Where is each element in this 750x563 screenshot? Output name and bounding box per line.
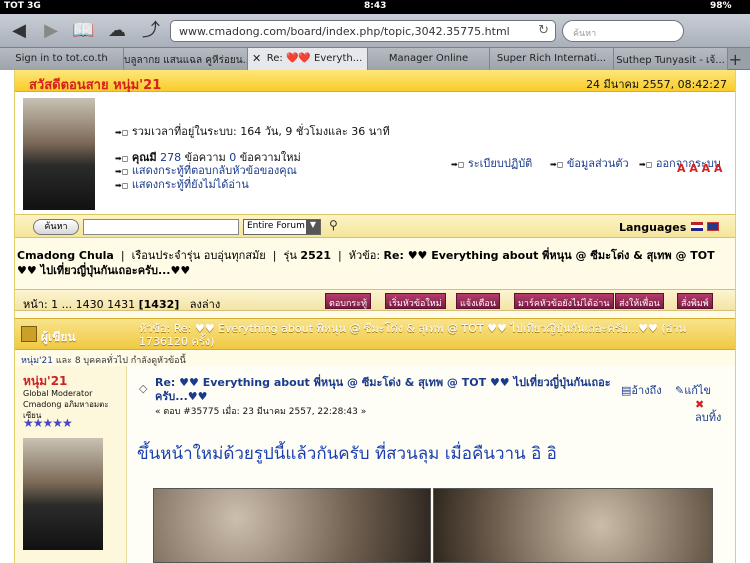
post-text: ขึ้นหน้าใหม่ด้วยรูปนี้แล้วกันครับ ที่สวน… [137,444,557,464]
forward-icon[interactable]: ▶ [40,20,62,42]
greeting: สวัสดีตอนสาย [29,78,109,93]
search-icon[interactable]: ⚲ [329,218,338,232]
print-button[interactable]: สั่งพิมพ์ [677,293,713,309]
pagination-bar: หน้า: 1 ... 1430 1431 [1432] ลงล่าง ตอบก… [15,289,735,311]
header-username: หนุ่ม'21 [113,78,162,93]
link-unread[interactable]: ➡◻ แสดงกระทู้ที่ยังไม่ได้อ่าน [115,175,249,193]
share-icon[interactable]: ⤴ [140,20,162,42]
tab-manager[interactable]: Manager Online [368,48,490,70]
link-profile[interactable]: ➡◻ ข้อมูลส่วนตัว [550,154,629,172]
crumb-site[interactable]: Cmadong Chula [17,249,114,262]
tab-tot[interactable]: Sign in to tot.co.th [0,48,124,70]
poster-info: หนุ่ม'21 Global Moderator Cmadong อภิมหาอ… [15,366,127,563]
close-tab-icon[interactable]: ✕ [252,52,261,65]
current-page: [1432] [138,298,180,311]
quote-icon: ▤ [621,384,632,397]
reload-icon[interactable]: ↻ [538,23,549,38]
avatar [23,98,95,210]
arrow-icon: ➡◻ [550,160,564,169]
arrow-icon: ➡◻ [639,160,653,169]
tab-bar: Sign in to tot.co.th บลูลากย แสนแฉล คูหี… [0,48,750,70]
quote-button[interactable]: ▤อ้างถึง [621,384,662,397]
search-button[interactable]: ค้นหา [33,219,79,235]
font-size-links[interactable]: A A A A [677,162,723,175]
header-datetime: 24 มีนาคม 2557, 08:42:27 [586,78,727,91]
send-friend-button[interactable]: ส่งให้เพื่อน [615,293,664,309]
post-image[interactable] [433,488,713,563]
arrow-icon: ➡◻ [115,128,129,137]
status-bar: TOT 3G 8:43 98% [0,0,750,14]
online-time: รวมเวลาที่อยู่ในระบบ: 164 วัน, 9 ชั่วโมง… [131,125,390,138]
topic-column-label: หัวข้อ: Re: ♥♥ Everything about พี่หนุน … [139,322,687,348]
icloud-icon[interactable]: ☁ [106,20,128,42]
bookmarks-icon[interactable]: 📖 [72,20,94,42]
tab-superrich[interactable]: Super Rich Internati... [490,48,614,70]
new-tab-icon[interactable]: + [729,50,742,69]
post-meta: « ตอบ #35775 เมื่อ: 23 มีนาคม 2557, 22:2… [155,407,367,417]
tab-suthep[interactable]: Suthep Tunyasit - เจ้... [614,48,728,70]
tab-thai[interactable]: บลูลากย แสนแฉล คูหีร่อยน... [124,48,248,70]
post-title[interactable]: Re: ♥♥ Everything about พี่หนุน @ ซีมะโด… [155,376,615,404]
url-field[interactable]: www.cmadong.com/board/index.php/topic,30… [170,20,556,42]
clock: 8:43 [364,1,387,11]
mark-unread-button[interactable]: มาร์คหัวข้อยังไม่ได้อ่าน [514,293,614,309]
reply-button[interactable]: ตอบกระทู้ [325,293,372,309]
post-body: ◇ Re: ♥♥ Everything about พี่หนุน @ ซีมะ… [127,366,735,563]
viewers-line: หนุ่ม'21 และ 8 บุคคลทั่วไป กำลังดูหัวข้อ… [21,356,186,366]
crumb-board[interactable]: เรือนประจำรุ่น อบอุ่นทุกสมัย [132,249,266,262]
welcome-header: สวัสดีตอนสาย หนุ่ม'21 24 มีนาคม 2557, 08… [15,70,735,93]
edit-button[interactable]: ✎แก้ไข [675,384,711,397]
browser-toolbar: ◀ ▶ 📖 ☁ ⤴ www.cmadong.com/board/index.ph… [0,14,750,48]
carrier-label: TOT 3G [4,1,41,11]
delete-icon: ✖ [695,398,705,411]
user-info: ➡◻ รวมเวลาที่อยู่ในระบบ: 164 วัน, 9 ชั่ว… [15,92,735,214]
poster-avatar [23,438,103,550]
search-field[interactable]: ค้นหา [562,20,684,42]
search-bar: ค้นหา Entire Forum ▼ ⚲ Languages [15,214,735,238]
forum-search-input[interactable] [83,219,239,235]
go-down-link[interactable]: ลงล่าง [190,298,220,311]
poster-role: Global Moderator [23,389,93,398]
post-image[interactable] [153,488,431,563]
thai-flag-icon[interactable] [691,222,703,231]
new-topic-button[interactable]: เริ่มหัวข้อใหม่ [385,293,446,309]
arrow-icon: ➡◻ [115,181,129,190]
edit-icon: ✎ [675,384,685,397]
link-rules[interactable]: ➡◻ ระเบียบปฏิบัติ [451,154,532,172]
uk-flag-icon[interactable] [707,222,719,231]
tab-current[interactable]: ✕ Re: ❤️❤️ Everyth... [248,48,368,70]
author-column-label: ผู้เขียน [41,330,76,344]
post-header-bar: ผู้เขียน หัวข้อ: Re: ♥♥ Everything about… [15,318,735,350]
search-scope-select[interactable]: Entire Forum ▼ [243,219,321,235]
chevron-down-icon: ▼ [306,220,320,234]
page-numbers[interactable]: หน้า: 1 ... 1430 1431 [23,298,135,311]
post-icon: ◇ [139,382,148,395]
arrow-icon: ➡◻ [451,160,465,169]
pen-icon [21,326,37,342]
rank-stars: ★★★★★ [23,416,73,430]
notify-button[interactable]: แจ้งเตือน [456,293,500,309]
languages-label: Languages [619,221,687,234]
delete-button[interactable]: ✖ ลบทิ้ง [695,398,721,424]
back-icon[interactable]: ◀ [8,20,30,42]
forum-page: สวัสดีตอนสาย หนุ่ม'21 24 มีนาคม 2557, 08… [14,70,736,563]
breadcrumb: Cmadong Chula | เรือนประจำรุ่น อบอุ่นทุก… [17,249,715,277]
battery-label: 98% [710,1,732,11]
